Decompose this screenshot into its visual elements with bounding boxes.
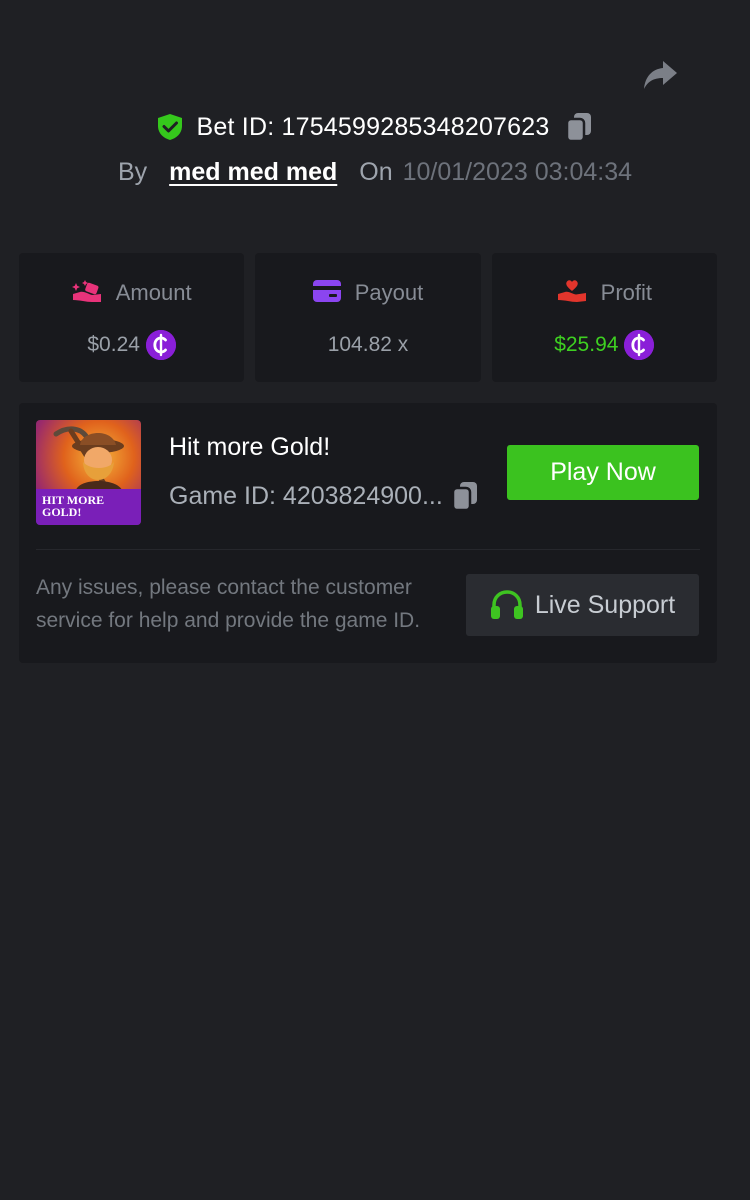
bet-stats: Amount $0.24 Payout 104.82 x Profit $25.… xyxy=(19,253,717,382)
stat-label: Profit xyxy=(600,280,652,305)
stat-amount: Amount $0.24 xyxy=(19,253,245,382)
verified-shield-icon xyxy=(157,113,183,141)
copy-bet-id-button[interactable] xyxy=(565,111,593,143)
game-card: HIT MORE GOLD! Hit more Gold! Game ID: 4… xyxy=(19,403,717,663)
stat-label: Amount xyxy=(115,280,192,305)
stat-value: $25.94 xyxy=(554,333,619,356)
game-thumbnail[interactable]: HIT MORE GOLD! xyxy=(36,420,141,525)
stat-value: $0.24 xyxy=(87,333,140,356)
game-title: Hit more Gold! xyxy=(169,433,331,461)
bet-id: Bet ID: 1754599285348207623 xyxy=(196,112,550,141)
bet-date: 10/01/2023 03:04:34 xyxy=(402,157,633,186)
card-icon xyxy=(312,279,341,307)
by-label: By xyxy=(117,157,148,186)
stat-label: Payout xyxy=(354,280,424,305)
hand-heart-icon xyxy=(557,278,587,309)
on-label: On xyxy=(359,157,393,186)
play-now-button[interactable]: Play Now xyxy=(507,445,699,500)
support-help-text: Any issues, please contact the customer … xyxy=(36,576,421,632)
hand-coins-icon xyxy=(71,278,102,309)
game-id: Game ID: 4203824900... xyxy=(169,481,443,510)
bet-id-row: Bet ID: 1754599285348207623 xyxy=(0,108,750,146)
bettor-row: By med med med On 10/01/2023 03:04:34 xyxy=(0,154,750,190)
thumbnail-game-title: HIT MORE GOLD! xyxy=(42,493,105,519)
divider xyxy=(36,549,700,550)
share-button[interactable] xyxy=(638,56,682,94)
live-support-button[interactable]: Live Support xyxy=(466,574,699,636)
stat-value: 104.82 x xyxy=(327,333,409,356)
coin-icon xyxy=(145,330,176,360)
stat-profit: Profit $25.94 xyxy=(491,253,717,382)
share-icon xyxy=(644,61,677,89)
headset-icon xyxy=(490,590,523,619)
stat-payout: Payout 104.82 x xyxy=(255,253,481,382)
copy-game-id-button[interactable] xyxy=(451,480,479,512)
copy-icon xyxy=(566,113,592,143)
coin-icon xyxy=(624,330,655,360)
copy-icon xyxy=(451,482,477,512)
bet-detail-page: Bet ID: 1754599285348207623 By med med m… xyxy=(0,0,750,1200)
game-id-row: Game ID: 4203824900... xyxy=(169,479,479,513)
user-name-link[interactable]: med med med xyxy=(169,158,337,187)
live-support-label: Live Support xyxy=(534,590,676,619)
